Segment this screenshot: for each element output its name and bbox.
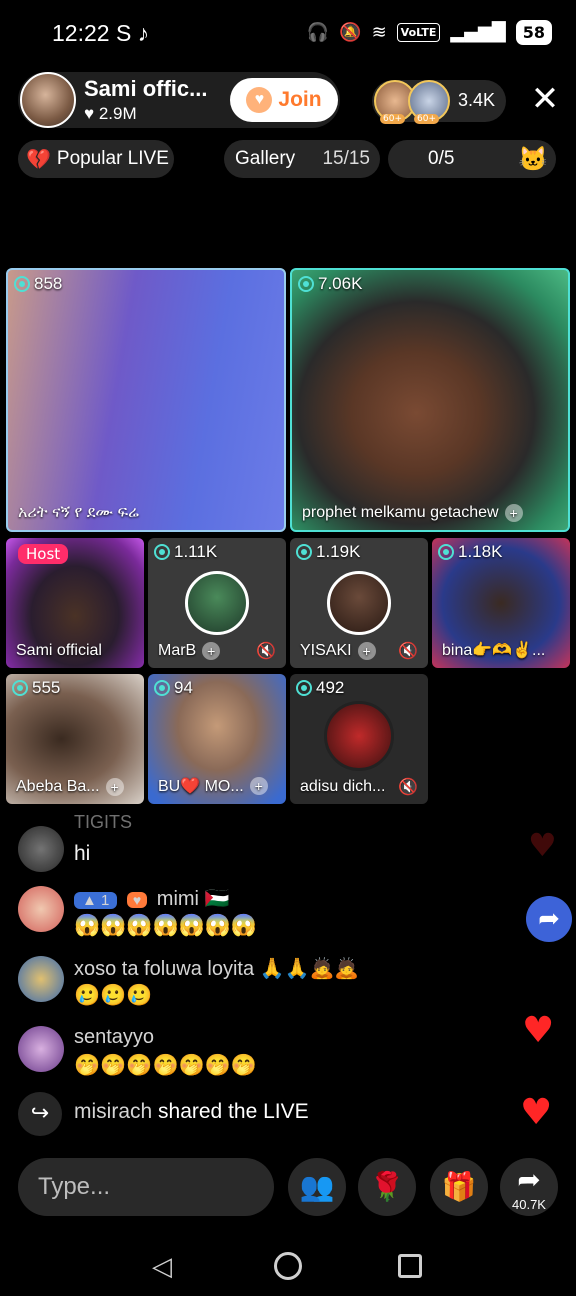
top-viewers[interactable]: 60+ 60+ 3.4K — [372, 80, 506, 124]
notification-icons: S ♪ — [115, 20, 150, 46]
floating-heart-icon: ♥ — [522, 1010, 555, 1051]
viewer-count: 3.4K — [458, 90, 496, 110]
guest-tile[interactable]: 555 Abeba Ba... + — [6, 674, 144, 804]
headphones-icon: 🎧 — [306, 22, 330, 43]
live-viewer-icon — [298, 276, 314, 292]
guest-slots-chip[interactable]: 0/5 🐱 — [388, 140, 556, 178]
guest-avatar — [324, 701, 394, 771]
multi-guest-icon[interactable]: 👥 — [288, 1158, 346, 1216]
recents-icon[interactable] — [398, 1254, 422, 1278]
team-badge-icon: ♥ — [126, 892, 148, 908]
popular-live-chip[interactable]: 💔 Popular LIVE — [18, 140, 174, 178]
live-viewer-icon — [14, 276, 30, 292]
add-icon[interactable]: + — [105, 778, 124, 796]
guest-tile[interactable]: 1.11K MarB + 🔇 — [148, 538, 286, 668]
mic-muted-icon: 🔇 — [398, 777, 418, 796]
live-viewer-icon — [154, 680, 170, 696]
gallery-chip[interactable]: Gallery 15/15 — [224, 140, 380, 178]
host-name: Sami offic... — [84, 76, 208, 101]
gallery-count: 15/15 — [322, 148, 370, 169]
close-icon[interactable]: ✕ — [528, 82, 562, 116]
share-icon: ↪ — [18, 1092, 62, 1136]
fan-club-heart-icon: ♥ — [246, 87, 273, 113]
share-button[interactable]: ➦ 40.7K — [500, 1158, 558, 1216]
battery-icon: 58 — [515, 20, 552, 45]
comment-item: ▲ 1 ♥ mimi 🇵🇸 😱😱😱😱😱😱😱 — [18, 886, 538, 946]
add-icon[interactable]: + — [249, 777, 268, 795]
avatar[interactable] — [18, 956, 64, 1002]
guest-tile[interactable]: 7.06K prophet melkamu getachew + — [290, 268, 570, 532]
host-avatar[interactable] — [20, 72, 76, 128]
mic-muted-icon: 🔇 — [256, 641, 276, 660]
guest-tile[interactable]: 858 አሪት ናኝ የ ደሙ ፍሬ — [6, 268, 286, 532]
host-likes: ♥ 2.9M — [84, 104, 137, 123]
heart-icon: ♥ — [84, 104, 95, 123]
live-viewer-icon — [296, 544, 312, 560]
share-count: 40.7K — [512, 1197, 546, 1212]
clock: 12:22 S ♪ — [52, 20, 150, 46]
viewer-avatar[interactable]: 60+ — [408, 80, 450, 124]
guest-tile[interactable]: 94 BU❤️ MO... + — [148, 674, 286, 804]
cat-icon: 🐱 — [518, 145, 548, 173]
share-user: misirach — [74, 1100, 153, 1123]
live-viewer-icon — [438, 544, 454, 560]
forward-arrow-icon[interactable]: ➦ — [526, 896, 572, 942]
wifi-icon: ≋ — [371, 22, 387, 43]
add-icon[interactable]: + — [504, 504, 523, 522]
broken-heart-icon: 💔 — [26, 148, 51, 171]
guest-avatar — [185, 571, 249, 635]
level-badge: ▲ 1 — [74, 892, 118, 909]
rose-gift-icon[interactable]: 🌹 — [358, 1158, 416, 1216]
back-icon[interactable]: ◁ — [152, 1252, 172, 1282]
guest-tile[interactable]: 492 adisu dich... 🔇 — [290, 674, 428, 804]
share-arrow-icon: ➦ — [517, 1163, 541, 1196]
comment-item: sentayyo 🤭🤭🤭🤭🤭🤭🤭 — [18, 1026, 538, 1086]
join-button[interactable]: ♥ Join — [230, 78, 338, 122]
mic-muted-icon: 🔇 — [398, 641, 418, 660]
add-icon[interactable]: + — [357, 642, 376, 660]
avatar[interactable] — [18, 1026, 64, 1072]
mute-icon: 🔕 — [339, 22, 362, 43]
volte-icon: VoLTE — [396, 23, 441, 42]
live-viewer-icon — [296, 680, 312, 696]
comment-item: xoso ta foluwa loyita 🙏🙏🙇🙇 🥲🥲🥲 — [18, 956, 538, 1016]
gift-icon[interactable]: 🎁 — [430, 1158, 488, 1216]
avatar[interactable] — [18, 886, 64, 932]
live-viewer-icon — [154, 544, 170, 560]
signal-icon: ▂▄▆█ — [450, 22, 506, 43]
avatar[interactable] — [18, 826, 64, 872]
guest-avatar — [327, 571, 391, 635]
floating-heart-icon: ♥ — [528, 826, 557, 864]
live-viewer-icon — [12, 680, 28, 696]
system-nav-bar: ◁ — [0, 1232, 576, 1296]
status-bar: 12:22 S ♪ 🎧 🔕 ≋ VoLTE ▂▄▆█ 58 — [0, 0, 576, 68]
guest-tile[interactable]: 1.19K YISAKI + 🔇 — [290, 538, 428, 668]
guest-tile[interactable]: 1.18K bina👉🫶✌️... — [432, 538, 570, 668]
host-badge: Host — [18, 544, 69, 564]
comment-item: TIGITS hi — [18, 812, 538, 872]
comment-input[interactable]: Type... — [18, 1158, 274, 1216]
host-tile[interactable]: Host Sami official — [6, 538, 144, 668]
add-icon[interactable]: + — [202, 642, 221, 660]
floating-heart-icon: ♥ — [520, 1092, 553, 1133]
home-icon[interactable] — [274, 1252, 302, 1280]
